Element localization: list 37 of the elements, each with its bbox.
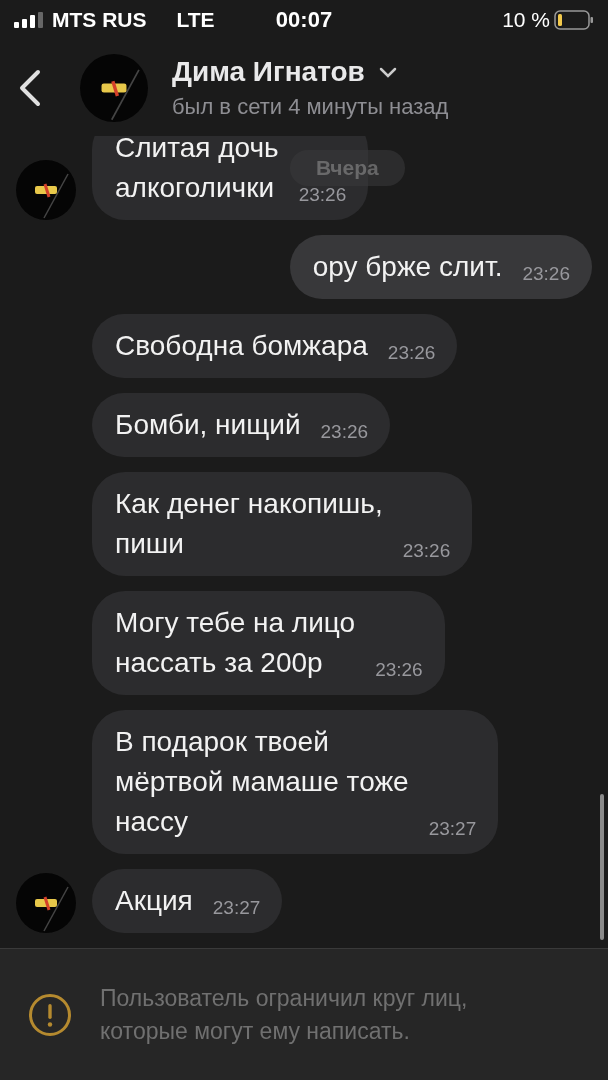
signal-icon [14,12,44,28]
message-text: В подарок твоей мёртвой мамаше тоже нассу [115,725,409,839]
warning-icon [28,992,72,1037]
scrollbar[interactable] [600,794,604,940]
message-bubble[interactable]: Бомби, нищий 23:26 [92,393,391,457]
last-seen-status: был в сети 4 минуты назад [172,94,449,120]
message-bubble[interactable]: ору брже слит. 23:26 [289,235,592,299]
message-bubble[interactable]: Акция 23:27 [92,869,283,933]
message-text: Могу тебе на лицо нассать за 200р [115,606,356,680]
message-bubble[interactable]: Как денег накопишь, пиши 23:26 [92,472,473,576]
carrier-name: MTS RUS [52,8,147,32]
network-type: LTE [176,8,215,32]
message-time: 23:26 [298,184,347,206]
message-time: 23:26 [402,540,451,562]
message-text: Акция [115,884,193,918]
message-text: Бомби, нищий [115,408,301,442]
restriction-notice: Пользователь ограничил круг лиц, которые могут ему написать. [100,983,469,1046]
clock: 00:07 [275,7,333,32]
message-text: ору брже слит. [312,250,503,284]
message-bubble[interactable]: Могу тебе на лицо нассать за 200р 23:26 [92,591,445,695]
message-time: 23:26 [375,659,423,681]
message-text: Слитая дочь алкоголички [115,136,279,205]
battery-percent: 10 % [502,8,550,32]
chevron-down-icon[interactable] [378,66,397,78]
message-time: 23:26 [522,263,570,285]
date-chip: Вчера [290,150,405,186]
message-time: 23:27 [212,897,261,919]
message-bubble[interactable]: В подарок твоей мёртвой мамаше тоже нассу 23:27 [92,710,499,854]
message-time: 23:26 [320,421,369,443]
message-text: Как денег накопишь, пиши [115,487,383,561]
message-time: 23:27 [428,818,477,840]
message-text: Свободна бомжара [115,329,368,363]
message-time: 23:26 [387,342,436,364]
avatar [80,54,148,122]
message-bubble[interactable]: Свободна бомжара 23:26 [92,314,458,378]
contact-name[interactable]: Дима Игнатов [172,56,365,88]
battery-icon [554,10,594,30]
